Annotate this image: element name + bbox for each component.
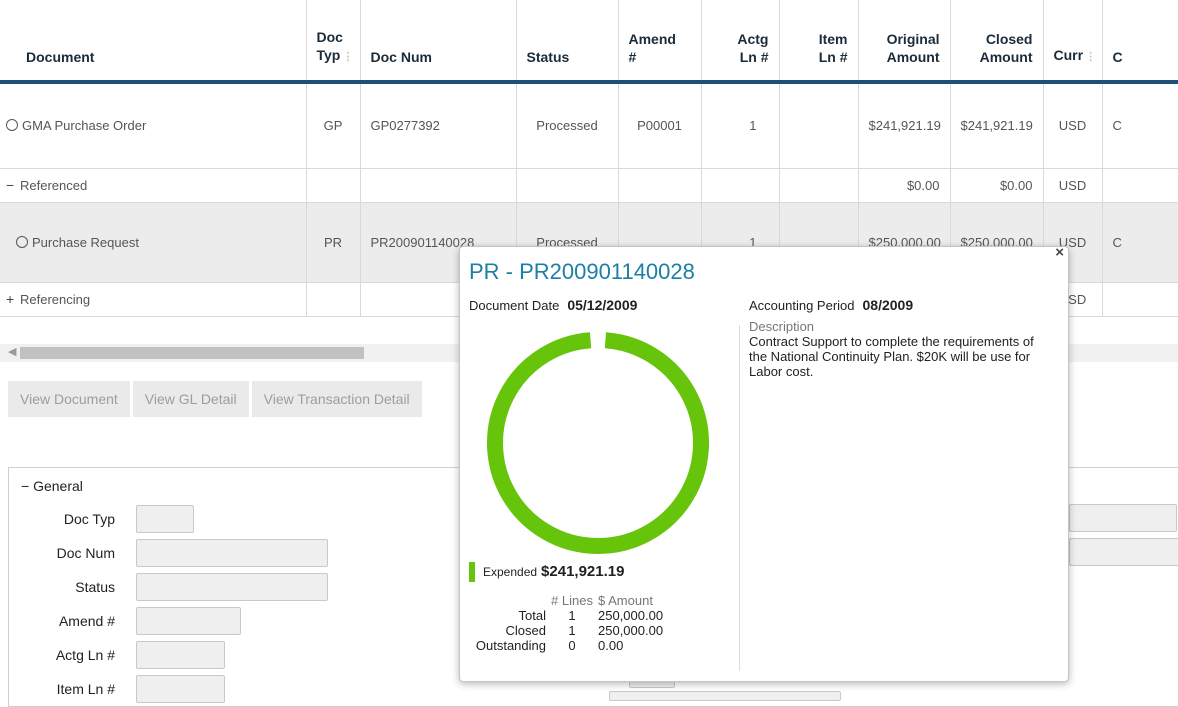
table-row[interactable]: GMA Purchase Order GP GP0277392 Processe… bbox=[0, 82, 1178, 169]
cell-item-ln bbox=[779, 168, 859, 203]
cell-next bbox=[1102, 282, 1178, 317]
cell-next: C bbox=[1102, 82, 1178, 169]
field-label: Item Ln # bbox=[56, 681, 115, 697]
cell-doc-typ: PR bbox=[306, 202, 361, 283]
field-amend: Amend # bbox=[9, 607, 241, 635]
expended-arc bbox=[487, 332, 709, 554]
col-header-closed-amount[interactable]: Closed Amount bbox=[950, 0, 1044, 84]
doc-typ-field[interactable] bbox=[136, 505, 194, 533]
col-header-doc-typ[interactable]: Doc Typ ⋮ bbox=[306, 0, 361, 84]
expand-icon[interactable]: + bbox=[6, 291, 20, 307]
field-status: Status bbox=[9, 573, 328, 601]
sort-icon: ⋮ bbox=[342, 51, 354, 63]
right-field[interactable] bbox=[1069, 504, 1177, 532]
cell-doc-typ: GP bbox=[306, 82, 361, 169]
cell-closed-amount: $241,921.19 bbox=[950, 82, 1044, 169]
col-header-document[interactable]: Document bbox=[0, 0, 307, 84]
field-label: Doc Typ bbox=[63, 511, 115, 527]
document-summary-popup: × PR - PR200901140028 Document Date 05/12… bbox=[459, 244, 1069, 682]
table-header-row: Document Doc Typ ⋮ Doc Num Status Amend # A… bbox=[0, 0, 1178, 84]
cell-doc-typ bbox=[306, 282, 361, 317]
collapse-icon[interactable]: − bbox=[6, 177, 20, 193]
field-doc-typ: Doc Typ bbox=[9, 505, 194, 533]
view-document-button[interactable]: View Document bbox=[8, 381, 130, 417]
col-header-amend[interactable]: Amend # bbox=[618, 0, 702, 84]
general-header[interactable]: − General bbox=[21, 478, 83, 494]
col-header-status[interactable]: Status bbox=[516, 0, 619, 84]
radio-button[interactable] bbox=[6, 119, 18, 132]
accounting-period: Accounting Period 08/2009 bbox=[749, 297, 914, 313]
field-label: Actg Ln # bbox=[55, 647, 115, 663]
cell-next bbox=[1102, 168, 1178, 203]
cell-status: Processed bbox=[516, 82, 619, 169]
status-field[interactable] bbox=[136, 573, 328, 601]
col-header-item-ln[interactable]: Item Ln # bbox=[779, 0, 859, 84]
table-row[interactable]: − Referenced $0.00 $0.00 USD bbox=[0, 168, 1178, 203]
cell-document[interactable]: + Referencing bbox=[0, 282, 307, 317]
close-icon[interactable]: × bbox=[1055, 244, 1064, 261]
sort-icon: ⋮ bbox=[1085, 51, 1097, 63]
field-item-ln: Item Ln # bbox=[9, 675, 225, 703]
field-doc-num: Doc Num bbox=[9, 539, 328, 567]
action-buttons: View Document View GL Detail View Transa… bbox=[8, 381, 422, 417]
cell-curr: USD bbox=[1043, 82, 1103, 169]
cell-original-amount: $0.00 bbox=[858, 168, 951, 203]
field-label: Status bbox=[75, 579, 115, 595]
cell-amend: P00001 bbox=[618, 82, 702, 169]
view-transaction-detail-button[interactable]: View Transaction Detail bbox=[251, 381, 422, 417]
radio-button[interactable] bbox=[16, 235, 28, 248]
collapse-icon[interactable]: − bbox=[21, 478, 29, 494]
table-row: Closed 1 250,000.00 bbox=[505, 623, 664, 638]
field-label: Amend # bbox=[58, 613, 115, 629]
col-header-actg-ln[interactable]: Actg Ln # bbox=[701, 0, 780, 84]
expended-summary: Expended $241,921.19 bbox=[483, 563, 625, 580]
divider bbox=[739, 325, 740, 671]
cell-document[interactable]: Purchase Request bbox=[0, 202, 307, 283]
field-label: Doc Num bbox=[56, 545, 115, 561]
cell-closed-amount: $0.00 bbox=[950, 168, 1044, 203]
description-text: Contract Support to complete the require… bbox=[749, 334, 1034, 379]
cell-next: C bbox=[1102, 202, 1178, 283]
col-header-curr[interactable]: Curr ⋮ bbox=[1043, 0, 1103, 84]
view-gl-detail-button[interactable]: View GL Detail bbox=[132, 381, 249, 417]
cell-status bbox=[516, 168, 619, 203]
cell-actg-ln: 1 bbox=[701, 82, 780, 169]
scrollbar-thumb[interactable] bbox=[20, 347, 364, 359]
description-label: Description bbox=[749, 319, 815, 334]
field-actg-ln: Actg Ln # bbox=[9, 641, 225, 669]
cell-document[interactable]: GMA Purchase Order bbox=[0, 82, 307, 169]
amend-field[interactable] bbox=[136, 607, 241, 635]
lower-field[interactable] bbox=[609, 691, 841, 701]
cell-doc-num bbox=[360, 168, 517, 203]
item-ln-field[interactable] bbox=[136, 675, 225, 703]
cell-document[interactable]: − Referenced bbox=[0, 168, 307, 203]
cell-item-ln bbox=[779, 82, 859, 169]
cell-actg-ln bbox=[701, 168, 780, 203]
cell-amend bbox=[618, 168, 702, 203]
scroll-left-icon[interactable]: ◀ bbox=[8, 345, 16, 358]
table-row: Outstanding 0 0.00 bbox=[475, 638, 624, 653]
actg-ln-field[interactable] bbox=[136, 641, 225, 669]
table-row: Total 1 250,000.00 bbox=[518, 608, 664, 623]
cell-doc-num: GP0277392 bbox=[360, 82, 517, 169]
col-header-original-amount[interactable]: Original Amount bbox=[858, 0, 951, 84]
expended-donut-chart bbox=[487, 332, 709, 554]
doc-num-field[interactable] bbox=[136, 539, 328, 567]
cell-original-amount: $241,921.19 bbox=[858, 82, 951, 169]
cell-doc-typ bbox=[306, 168, 361, 203]
lines-amount-table: # Lines $ Amount Total 1 250,000.00 Clos… bbox=[470, 593, 663, 653]
cell-curr: USD bbox=[1043, 168, 1103, 203]
table-row: # Lines $ Amount bbox=[551, 593, 653, 608]
right-field[interactable] bbox=[1069, 538, 1178, 566]
col-header-next[interactable]: C bbox=[1102, 0, 1178, 84]
expended-legend-swatch bbox=[469, 562, 475, 582]
col-header-doc-num[interactable]: Doc Num bbox=[360, 0, 517, 84]
